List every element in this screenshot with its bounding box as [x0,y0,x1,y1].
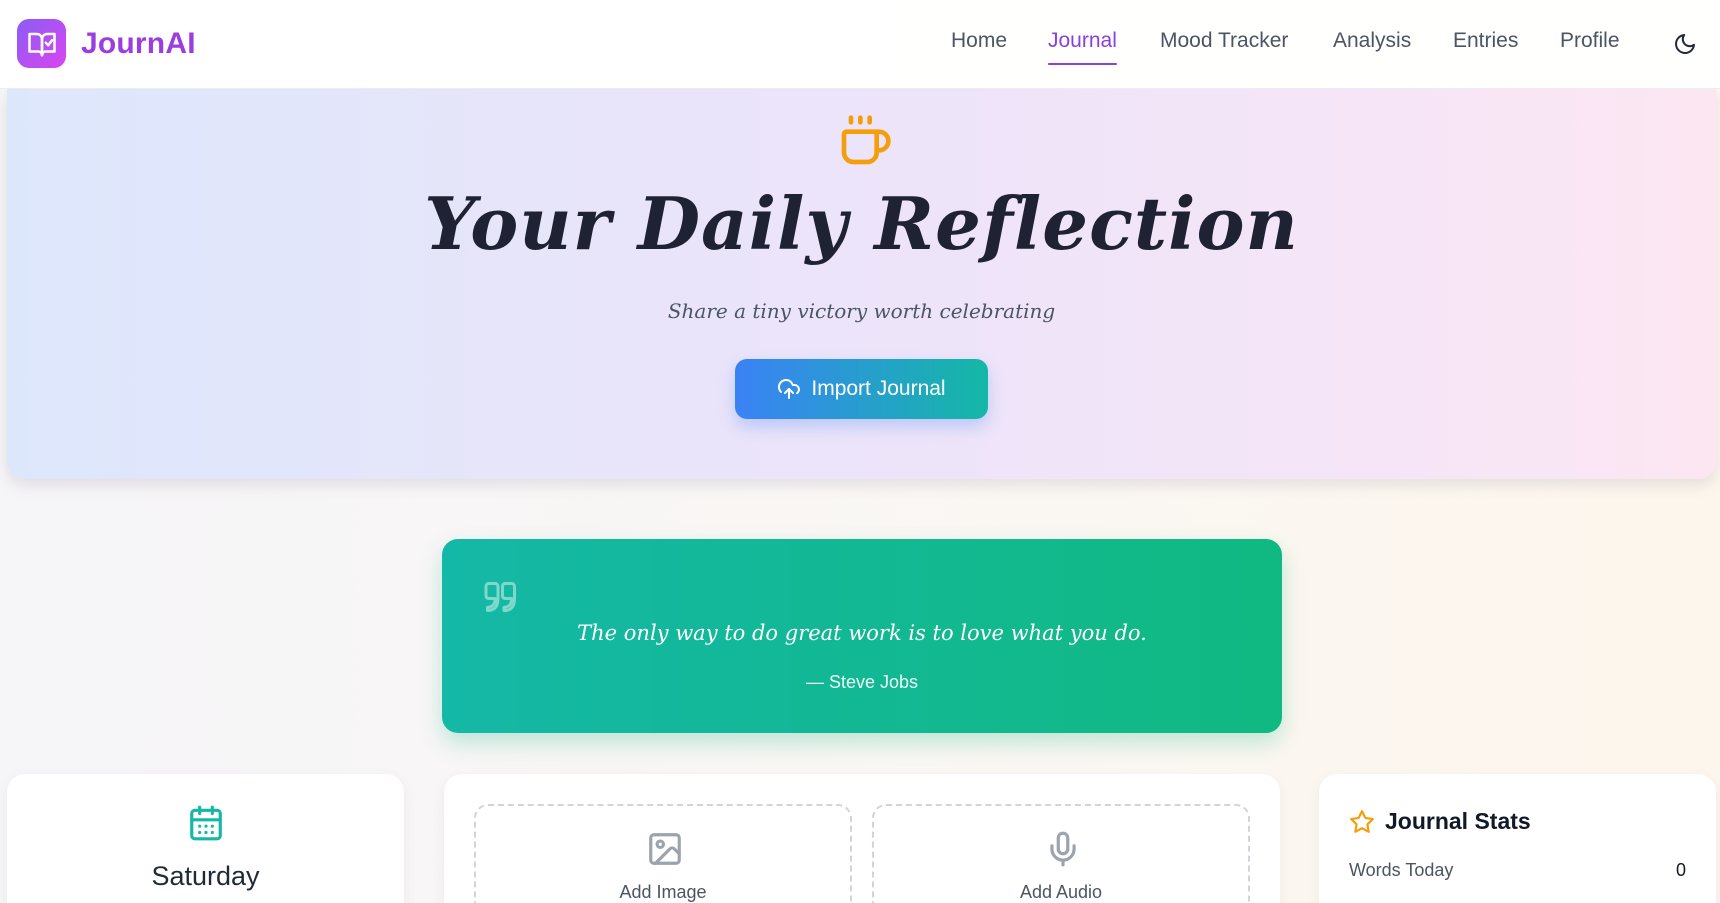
quote-author: — Steve Jobs [805,672,919,692]
top-navbar: JournAI Home Journal Mood Tracker Analys… [0,0,1720,89]
weekday-label: Saturday [151,861,260,891]
quote-card: The only way to do great work is to love… [442,539,1282,733]
quote-text: The only way to do great work is to love… [577,621,1147,645]
media-card: Add Image Add Audio [444,774,1280,903]
page-subtitle: Share a tiny victory worth celebrating [667,299,1056,323]
import-journal-button[interactable]: Import Journal [735,359,988,419]
main-nav: Home Journal Mood Tracker Analysis Entri… [0,29,1720,69]
add-audio-button[interactable]: Add Audio [872,804,1250,903]
image-icon [649,833,681,865]
import-journal-label: Import Journal [811,377,946,400]
nav-profile[interactable]: Profile [1560,29,1620,53]
words-today-value: 0 [1675,860,1686,880]
star-icon [1350,809,1374,833]
quote-icon [484,582,516,612]
nav-home[interactable]: Home [951,29,1007,53]
words-today-row: Words Today 0 [1349,860,1686,881]
journal-stats-card: Journal Stats Words Today 0 [1319,774,1716,903]
hero-section: Your Daily Reflection Share a tiny victo… [7,89,1716,479]
nav-journal[interactable]: Journal [1048,29,1117,65]
add-image-button[interactable]: Add Image [474,804,852,903]
page-title: Your Daily Reflection [424,181,1299,266]
moon-icon [1675,34,1695,54]
stats-header: Journal Stats [1349,808,1531,835]
words-today-label: Words Today [1349,860,1454,880]
stats-title: Journal Stats [1385,808,1531,834]
coffee-cup-icon [841,115,891,165]
theme-toggle-button[interactable] [1672,31,1698,57]
nav-mood-tracker[interactable]: Mood Tracker [1160,29,1288,53]
date-card: Saturday [7,774,404,903]
cloud-upload-icon [778,379,801,399]
add-image-label: Add Image [619,882,707,902]
nav-analysis[interactable]: Analysis [1333,29,1411,53]
add-audio-label: Add Audio [1019,882,1103,902]
calendar-icon [190,805,222,841]
nav-entries[interactable]: Entries [1453,29,1518,53]
microphone-icon [1050,831,1076,867]
